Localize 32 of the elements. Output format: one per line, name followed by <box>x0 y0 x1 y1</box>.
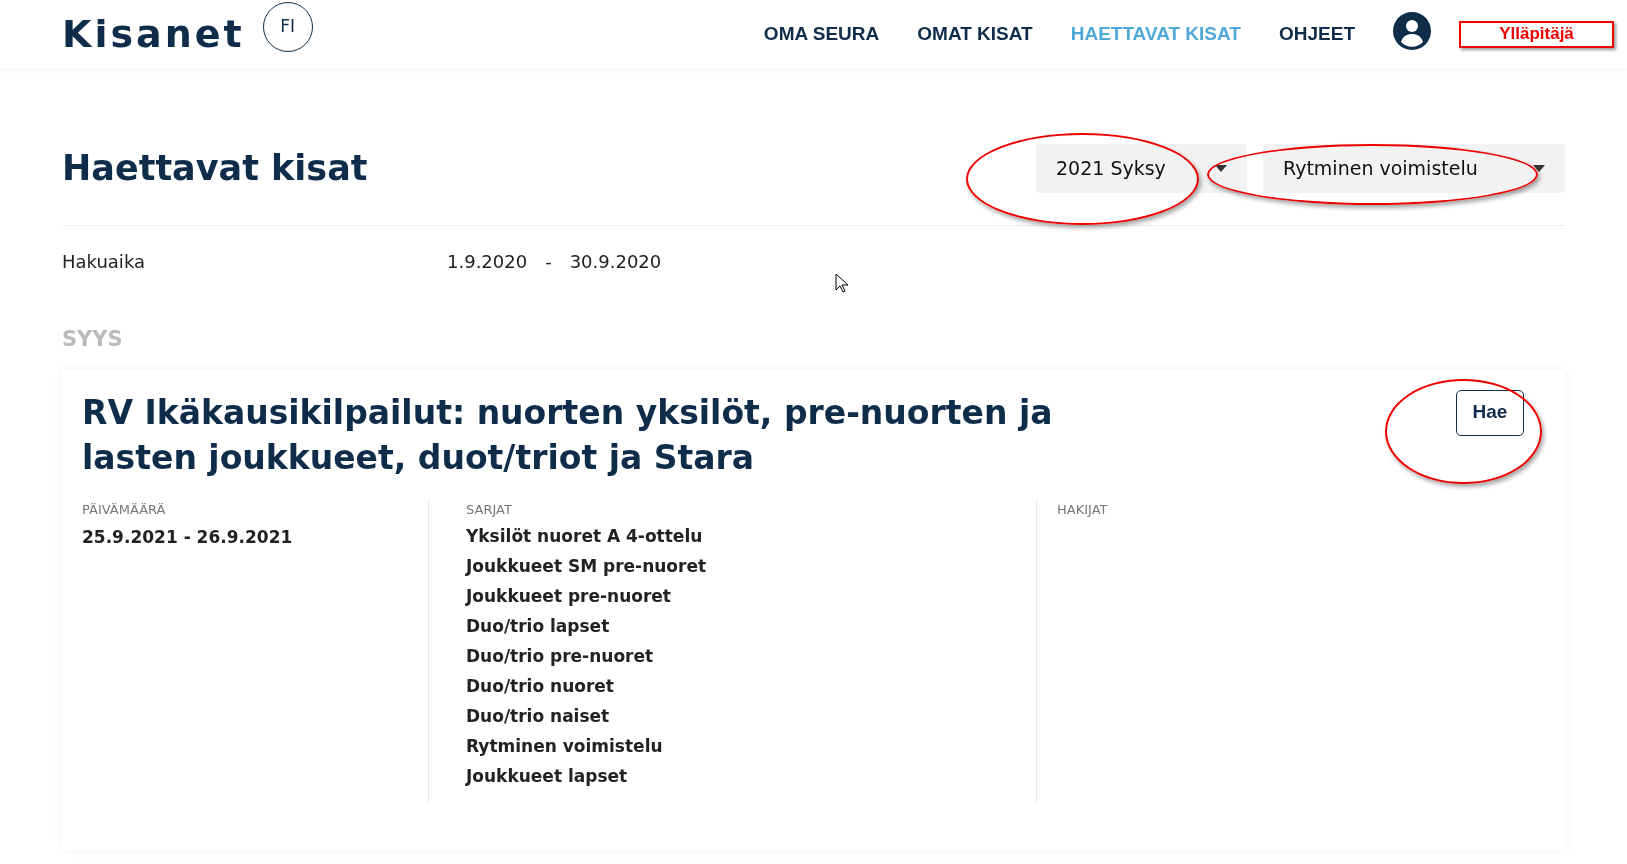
mouse-cursor-icon <box>835 273 849 293</box>
series-item: Joukkueet SM pre-nuoret <box>466 555 708 578</box>
column-label: PÄIVÄMÄÄRÄ <box>82 500 167 519</box>
filter-dropdown[interactable]: Rytminen voimistelu <box>1263 144 1565 193</box>
series-item: Rytminen voimistelu <box>466 735 664 758</box>
series-item: Duo/trio nuoret <box>466 675 615 698</box>
series-item: Duo/trio naiset <box>466 705 611 728</box>
series-item: Joukkueet lapset <box>466 765 629 788</box>
logo[interactable]: Kisanet <box>62 15 245 53</box>
nav-link[interactable]: OHJEET <box>1278 19 1355 49</box>
column-label: SARJAT <box>466 500 513 519</box>
column-label: HAKIJAT <box>1057 500 1108 519</box>
apply-button[interactable]: Hae <box>1456 389 1524 436</box>
nav-link[interactable]: OMA SEURA <box>763 19 880 49</box>
competition-date: 25.9.2021 - 26.9.2021 <box>82 526 294 549</box>
page-title: Haettavat kisat <box>62 147 368 191</box>
account-icon[interactable] <box>1393 12 1431 50</box>
section-heading: SYYS <box>62 326 124 353</box>
series-item: Joukkueet pre-nuoret <box>466 585 672 608</box>
caret-down-icon <box>1215 165 1227 172</box>
nav-link[interactable]: OMAT KISAT <box>917 19 1033 49</box>
period-separator: - <box>545 249 552 274</box>
period-start: 1.9.2020 <box>447 249 528 274</box>
caret-down-icon <box>1533 165 1545 172</box>
period-end: 30.9.2020 <box>569 249 662 274</box>
filter-dropdown[interactable]: 2021 Syksy <box>1036 144 1247 193</box>
period-label: Hakuaika <box>62 249 146 274</box>
series-item: Duo/trio lapset <box>466 615 611 638</box>
series-item: Yksilöt nuoret A 4-ottelu <box>466 525 704 548</box>
competition-title: RV Ikäkausikilpailut: nuorten yksilöt, pre-nuorten ja lasten joukkueet, duot/triot ja Stara <box>82 391 1054 479</box>
role-label: Ylläpitäjä <box>1459 20 1614 48</box>
series-item: Duo/trio pre-nuoret <box>466 645 655 668</box>
